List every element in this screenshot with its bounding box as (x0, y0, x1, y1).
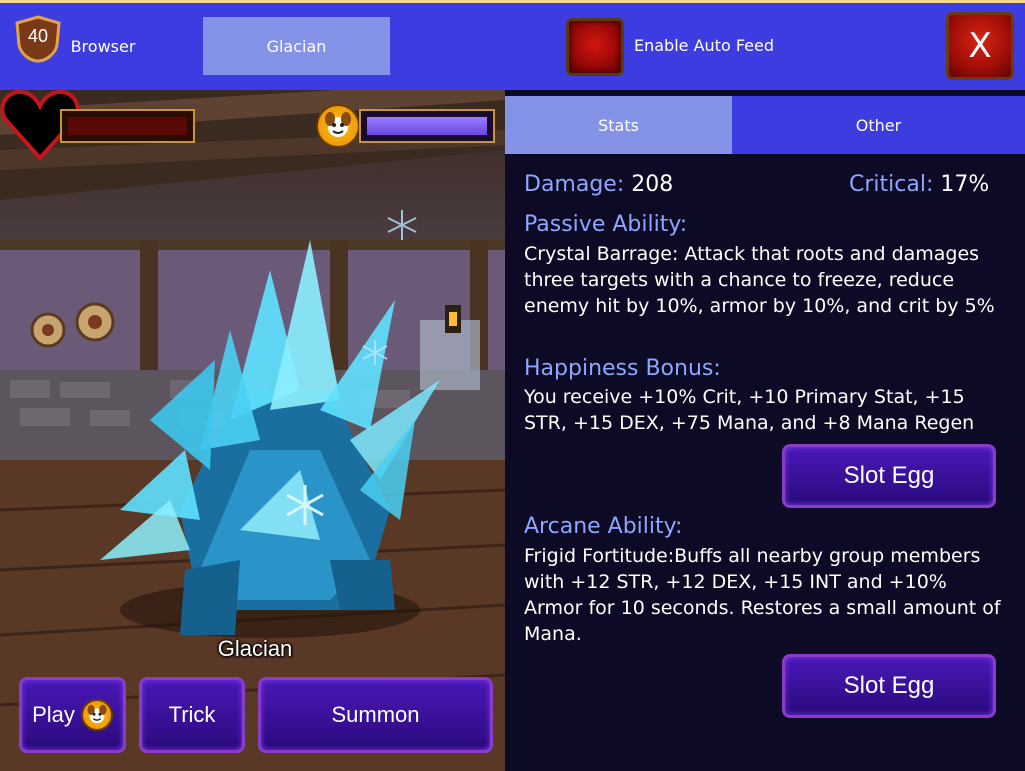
pet-scene (0, 90, 505, 771)
summon-button-label: Summon (331, 702, 420, 727)
slot-egg-button-arcane[interactable]: Slot Egg (782, 654, 996, 718)
pet-level: 40 (27, 26, 49, 46)
happiness-bar-fill (367, 117, 487, 135)
critical-value: 17% (940, 172, 990, 197)
tab-browser-label: Browser (70, 36, 136, 56)
trick-button[interactable]: Trick (139, 677, 245, 753)
auto-feed-checkbox[interactable] (566, 18, 624, 76)
tab-pet-label: Glacian (266, 36, 327, 56)
slot-egg-label: Slot Egg (843, 672, 935, 699)
auto-feed-label: Enable Auto Feed (634, 36, 774, 55)
tab-other-label: Other (855, 115, 902, 135)
slot-egg-button-happiness[interactable]: Slot Egg (782, 444, 996, 508)
happiness-icon (316, 104, 360, 148)
critical-stat: Critical: 17% (849, 172, 989, 197)
damage-value: 208 (631, 172, 674, 197)
play-button[interactable]: Play (19, 677, 126, 753)
slot-egg-label: Slot Egg (843, 462, 935, 489)
tab-stats-label: Stats (598, 115, 639, 135)
damage-label: Damage: (524, 172, 625, 197)
close-icon: X (968, 26, 992, 66)
summon-button[interactable]: Summon (258, 677, 493, 753)
passive-ability-text: Crystal Barrage: Attack that roots and d… (524, 243, 995, 317)
scene-art (0, 90, 505, 771)
pet-name-label: Glacian (217, 636, 293, 661)
experience-bar (60, 109, 195, 143)
damage-stat: Damage: 208 (524, 172, 673, 197)
experience-bar-fill (68, 117, 187, 135)
tab-other[interactable]: Other (732, 96, 1025, 154)
happiness-bar (359, 109, 495, 143)
close-button[interactable]: X (946, 12, 1014, 80)
happiness-bonus-title: Happiness Bonus: (524, 356, 721, 381)
arcane-ability-title: Arcane Ability: (524, 514, 683, 539)
pet-face-icon (325, 112, 351, 137)
critical-label: Critical: (849, 172, 934, 197)
tab-pet-glacian[interactable]: Glacian (203, 17, 390, 75)
trick-button-label: Trick (168, 702, 216, 727)
tab-stats[interactable]: Stats (505, 96, 732, 154)
play-button-label: Play (32, 702, 75, 727)
pet-face-icon (80, 699, 113, 731)
passive-ability-title: Passive Ability: (524, 212, 688, 237)
arcane-ability-text: Frigid Fortitude:Buffs all nearby group … (524, 545, 1001, 645)
happiness-bonus-text: You receive +10% Crit, +10 Primary Stat,… (524, 386, 975, 434)
